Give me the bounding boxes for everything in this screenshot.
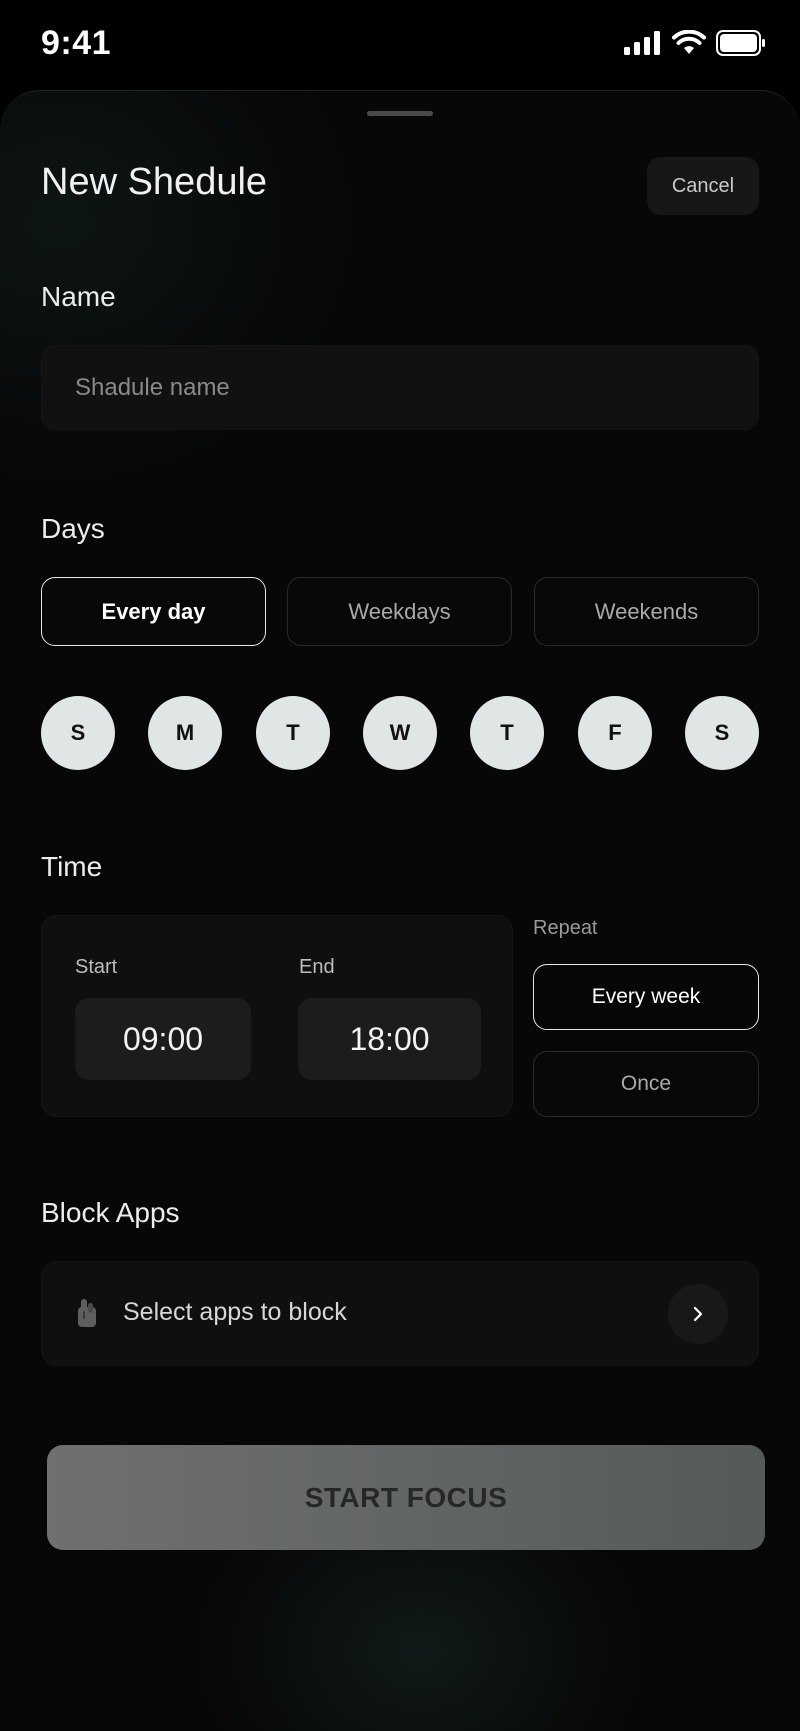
select-apps-text: Select apps to block	[123, 1298, 347, 1326]
repeat-once-button[interactable]: Once	[533, 1051, 759, 1117]
start-time-picker[interactable]: 09:00	[75, 998, 251, 1080]
days-section-label: Days	[41, 513, 105, 544]
battery-icon	[716, 30, 765, 56]
schedule-name-input[interactable]	[41, 345, 759, 430]
select-apps-chevron-button[interactable]	[668, 1284, 728, 1344]
day-toggle-friday[interactable]: F	[578, 696, 652, 770]
time-section-label: Time	[41, 851, 103, 882]
time-card: Start End 09:00 18:00	[41, 915, 513, 1117]
day-toggle-saturday[interactable]: S	[685, 696, 759, 770]
repeat-label: Repeat	[533, 917, 598, 939]
day-toggle-wednesday[interactable]: W	[363, 696, 437, 770]
block-apps-section-label: Block Apps	[41, 1197, 180, 1228]
day-toggle-tuesday[interactable]: T	[256, 696, 330, 770]
page-title: New Shedule	[41, 161, 268, 203]
wifi-icon	[672, 30, 706, 54]
preset-every-day-button[interactable]: Every day	[41, 577, 266, 646]
day-toggle-sunday[interactable]: S	[41, 696, 115, 770]
start-focus-button[interactable]: START FOCUS	[47, 1445, 765, 1550]
preset-weekdays-button[interactable]: Weekdays	[287, 577, 512, 646]
status-bar: 9:41	[0, 0, 800, 90]
end-time-label: End	[299, 956, 335, 978]
end-time-picker[interactable]: 18:00	[298, 998, 481, 1080]
start-time-label: Start	[75, 956, 118, 978]
schedule-sheet: New Shedule Cancel Name Days Every day W…	[0, 90, 800, 1731]
day-toggle-thursday[interactable]: T	[470, 696, 544, 770]
chevron-right-icon	[693, 1306, 703, 1322]
repeat-every-week-button[interactable]: Every week	[533, 964, 759, 1030]
status-icons	[624, 30, 766, 56]
name-section-label: Name	[41, 281, 116, 312]
signal-icon	[624, 31, 660, 55]
select-apps-row[interactable]: Select apps to block	[41, 1261, 759, 1366]
cancel-button[interactable]: Cancel	[647, 157, 759, 215]
preset-weekends-button[interactable]: Weekends	[534, 577, 759, 646]
sheet-grabber[interactable]	[367, 111, 433, 116]
status-time: 9:41	[41, 24, 112, 62]
day-toggle-monday[interactable]: M	[148, 696, 222, 770]
hand-icon	[78, 1299, 96, 1327]
